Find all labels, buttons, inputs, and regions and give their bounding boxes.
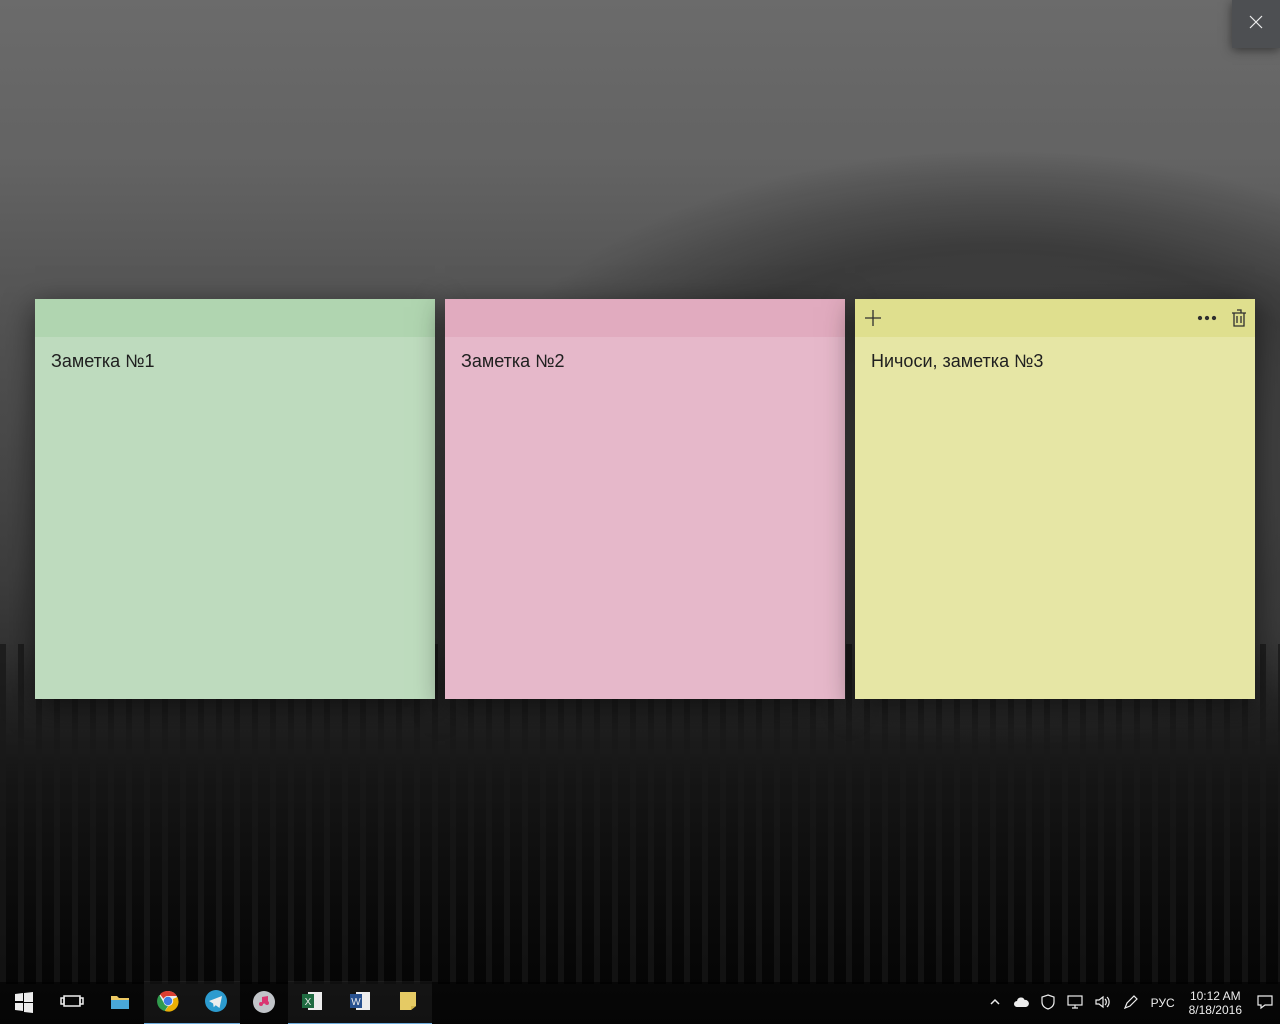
note-content[interactable]: Заметка №2 (445, 337, 845, 386)
sticky-note-1[interactable]: Заметка №1 (35, 299, 435, 699)
add-note-button[interactable] (863, 308, 883, 328)
language-label: РУС (1151, 996, 1175, 1010)
taskbar: X W (0, 982, 1280, 1024)
tray-defender[interactable] (1035, 982, 1061, 1024)
close-icon (1249, 15, 1263, 34)
shield-icon (1041, 994, 1055, 1013)
start-button[interactable] (0, 982, 48, 1024)
word-icon: W (348, 989, 372, 1016)
excel-icon: X (300, 989, 324, 1016)
svg-text:W: W (351, 997, 361, 1008)
taskbar-clock[interactable]: 10:12 AM 8/18/2016 (1181, 989, 1250, 1017)
word-button[interactable]: W (336, 981, 384, 1024)
clock-date: 8/18/2016 (1189, 1003, 1242, 1017)
sticky-notes-icon (396, 989, 420, 1016)
chrome-icon (156, 989, 180, 1016)
monitor-icon (1067, 995, 1083, 1012)
note-titlebar[interactable] (445, 299, 845, 337)
desktop-wallpaper: Заметка №1 Заметка №2 (0, 0, 1280, 1024)
folder-icon (108, 990, 132, 1017)
taskbar-left: X W (0, 982, 432, 1024)
delete-note-button[interactable] (1231, 309, 1247, 327)
file-explorer-button[interactable] (96, 982, 144, 1024)
cloud-icon (1013, 996, 1029, 1011)
tray-ink-workspace[interactable] (1117, 982, 1145, 1024)
itunes-icon (252, 990, 276, 1017)
windows-logo-icon (12, 990, 36, 1017)
task-view-button[interactable] (48, 982, 96, 1024)
close-button[interactable] (1232, 0, 1280, 48)
note-menu-button[interactable] (1197, 315, 1217, 321)
note-content[interactable]: Ничоси, заметка №3 (855, 337, 1255, 386)
system-tray: РУС 10:12 AM 8/18/2016 (983, 982, 1280, 1024)
action-center-button[interactable] (1250, 982, 1280, 1024)
sticky-note-2[interactable]: Заметка №2 (445, 299, 845, 699)
clock-time: 10:12 AM (1190, 989, 1241, 1003)
excel-button[interactable]: X (288, 981, 336, 1024)
note-titlebar[interactable] (855, 299, 1255, 337)
volume-icon (1095, 995, 1111, 1012)
chevron-up-icon (989, 996, 1001, 1011)
tray-onedrive[interactable] (1007, 982, 1035, 1024)
itunes-button[interactable] (240, 982, 288, 1024)
telegram-button[interactable] (192, 981, 240, 1024)
pen-icon (1123, 994, 1139, 1013)
tray-rdp[interactable] (1061, 982, 1089, 1024)
note-content[interactable]: Заметка №1 (35, 337, 435, 386)
sticky-notes-button[interactable] (384, 981, 432, 1024)
notification-icon (1256, 994, 1274, 1013)
chrome-button[interactable] (144, 981, 192, 1024)
tray-chevron-button[interactable] (983, 982, 1007, 1024)
tray-volume[interactable] (1089, 982, 1117, 1024)
svg-text:X: X (305, 997, 312, 1008)
tray-language[interactable]: РУС (1145, 982, 1181, 1024)
telegram-icon (204, 989, 228, 1016)
sticky-note-3[interactable]: Ничоси, заметка №3 (855, 299, 1255, 699)
task-view-icon (60, 990, 84, 1017)
note-titlebar[interactable] (35, 299, 435, 337)
